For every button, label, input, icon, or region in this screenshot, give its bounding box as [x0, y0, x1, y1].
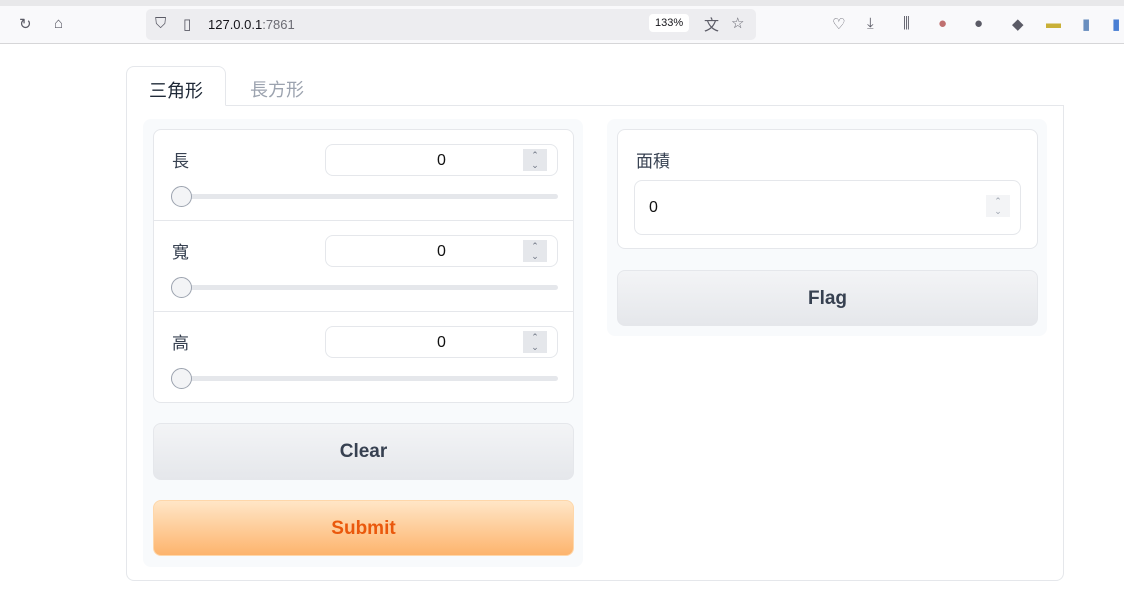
width-slider-thumb[interactable]	[171, 277, 192, 298]
tab-triangle[interactable]: 三角形	[126, 66, 226, 106]
spinner-icon[interactable]: ⌃ ⌄	[986, 195, 1010, 217]
tab-panel: 長 0⌃⌄ 寬 0⌃⌄ 高 0⌃⌄ Clear Submit 面積	[126, 105, 1064, 581]
inputs-box: 長 0 ⌃ ⌄ 寬 0 ⌃ ⌄ 高 0 ⌃ ⌄	[153, 129, 574, 403]
ruler-icon[interactable]: ▬	[1046, 15, 1061, 32]
translate-icon[interactable]: 文	[704, 14, 719, 35]
tab-rectangle[interactable]: 長方形	[228, 66, 326, 106]
library-icon[interactable]: ⫼	[903, 15, 910, 32]
url-host: 127.0.0.1	[208, 17, 263, 32]
length-slider-track[interactable]	[172, 194, 558, 199]
height-number-input[interactable]: 0 ⌃ ⌄	[325, 326, 558, 358]
length-number-input[interactable]: 0 ⌃ ⌄	[325, 144, 558, 176]
url-bar[interactable]: ⛉ ▯ 127.0.0.1:7861 133% 文 ☆	[146, 9, 756, 40]
flag-button[interactable]: Flag	[617, 270, 1038, 326]
area-output[interactable]: 0 ⌃ ⌄	[634, 180, 1021, 235]
width-number-input[interactable]: 0 ⌃ ⌄	[325, 235, 558, 267]
download-icon[interactable]: ⤓	[867, 15, 874, 32]
input-row-width: 寬 0 ⌃ ⌄	[154, 221, 573, 312]
extension-icon[interactable]: ▮	[1112, 15, 1120, 33]
spinner-icon[interactable]: ⌃ ⌄	[523, 149, 547, 171]
input-row-height: 高 0 ⌃ ⌄	[154, 312, 573, 402]
height-slider-track[interactable]	[172, 376, 558, 381]
input-column: 長 0 ⌃ ⌄ 寬 0 ⌃ ⌄ 高 0 ⌃ ⌄ Clear Submit	[143, 119, 583, 567]
spinner-icon[interactable]: ⌃ ⌄	[523, 331, 547, 353]
url-port: :7861	[262, 17, 295, 32]
length-slider-thumb[interactable]	[171, 186, 192, 207]
pocket-icon[interactable]: ♡	[832, 15, 845, 33]
bookmark-star-icon[interactable]: ☆	[731, 14, 744, 32]
output-column: 面積 0 ⌃ ⌄ Flag	[607, 119, 1047, 336]
length-label: 長	[172, 152, 189, 171]
shield-icon[interactable]: ⛉	[155, 15, 166, 32]
input-row-length: 長 0 ⌃ ⌄	[154, 130, 573, 221]
submit-button[interactable]: Submit	[153, 500, 574, 556]
page-icon: ▯	[183, 16, 192, 33]
width-label: 寬	[172, 243, 189, 262]
area-label: 面積	[636, 152, 670, 171]
tab-bar: 三角形 長方形	[126, 66, 1064, 106]
home-icon[interactable]: ⌂	[54, 15, 63, 32]
url-text[interactable]: 127.0.0.1:7861	[208, 17, 295, 32]
clear-button[interactable]: Clear	[153, 423, 574, 480]
area-value: 0	[649, 199, 658, 216]
spinner-icon[interactable]: ⌃ ⌄	[523, 240, 547, 262]
output-box: 面積 0 ⌃ ⌄	[617, 129, 1038, 249]
height-label: 高	[172, 334, 189, 353]
extension-icon[interactable]: ◆	[1012, 15, 1024, 33]
extension-icon[interactable]: ●	[938, 15, 947, 32]
reload-icon[interactable]: ↻	[19, 15, 32, 33]
extension-icon[interactable]: ●	[974, 15, 983, 32]
extension-icon[interactable]: ▮	[1082, 15, 1090, 33]
browser-toolbar: ↻ ⌂ ⛉ ▯ 127.0.0.1:7861 133% 文 ☆ ♡ ⤓ ⫼ ● …	[0, 6, 1124, 44]
height-slider-thumb[interactable]	[171, 368, 192, 389]
zoom-level[interactable]: 133%	[649, 14, 690, 32]
width-slider-track[interactable]	[172, 285, 558, 290]
